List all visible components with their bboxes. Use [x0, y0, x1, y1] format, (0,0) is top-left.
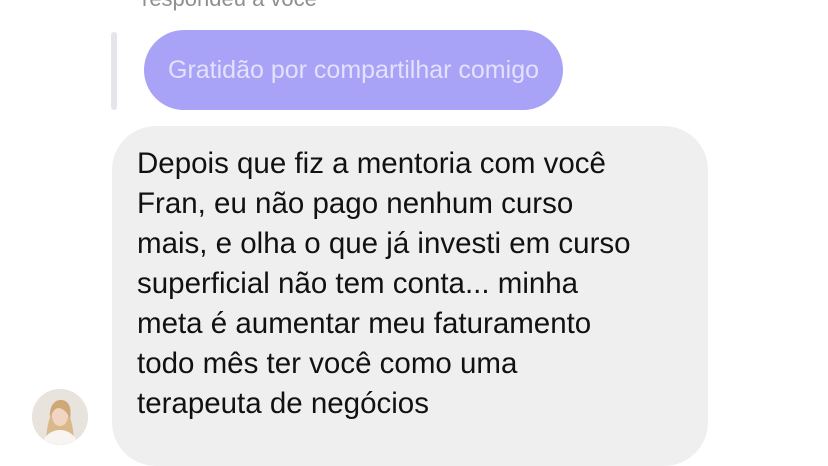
- message-line: terapeuta de negócios: [137, 387, 429, 420]
- message-line: meta é aumentar meu faturamento: [137, 307, 592, 340]
- message-line: mais, e olha o que já investi em curso: [137, 227, 631, 260]
- quoted-message-text: Gratidão por compartilhar comigo: [168, 55, 539, 84]
- profile-photo-icon: [32, 389, 88, 445]
- message-line: Depois que fiz a mentoria com você: [137, 147, 606, 180]
- reply-indicator-bar: [111, 32, 117, 110]
- sender-avatar[interactable]: [32, 389, 88, 445]
- message-bubble[interactable]: Depois que fiz a mentoria com você Fran,…: [112, 126, 708, 466]
- message-text: Depois que fiz a mentoria com você Fran,…: [137, 144, 682, 424]
- message-line: Fran, eu não pago nenhum curso: [137, 187, 574, 220]
- message-line: todo mês ter você como uma: [137, 347, 518, 380]
- message-line: superficial não tem conta... minha: [137, 267, 579, 300]
- reply-header: respondeu a você: [142, 0, 317, 12]
- quoted-message-bubble[interactable]: Gratidão por compartilhar comigo: [144, 30, 563, 110]
